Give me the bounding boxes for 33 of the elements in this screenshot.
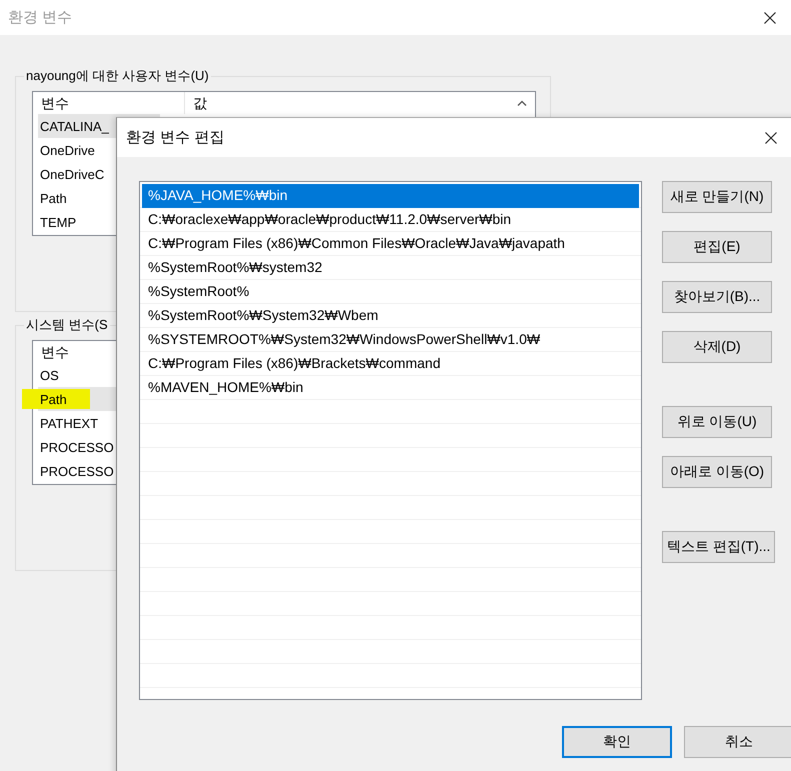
group-label: 시스템 변수(S [25,316,109,334]
path-entry[interactable]: %SystemRoot% [142,280,639,304]
path-entry[interactable]: C:₩Program Files (x86)₩Common Files₩Oracle₩Java₩javapath [142,232,639,256]
column-header[interactable]: 값 [185,92,207,114]
close-icon[interactable] [764,12,776,24]
group-label: nayoung에 대한 사용자 변수(U) [25,67,210,85]
dialog-button[interactable]: 취소 [684,726,791,758]
variable-name: Path [40,190,67,206]
action-button[interactable]: 텍스트 편집(T)... [662,531,776,563]
path-entry[interactable]: %SystemRoot%₩system32 [142,256,639,280]
variable-name: PATHEXT [40,416,98,430]
variable-name: PROCESSO [40,464,114,478]
variable-name: PROCESSO [40,440,114,454]
window-title: 환경 변수 [8,8,72,27]
action-button[interactable]: 찾아보기(B)... [662,281,772,313]
path-entry[interactable]: C:₩oraclexe₩app₩oracle₩product₩11.2.0₩server₩bin [142,208,639,232]
variable-name: Path [40,392,67,406]
scroll-up-icon[interactable] [517,100,527,106]
action-button[interactable]: 편집(E) [662,231,772,263]
action-button[interactable]: 삭제(D) [662,331,772,363]
dialog-button[interactable]: 확인 [562,726,672,758]
path-entry[interactable]: %SystemRoot%₩System32₩Wbem [142,304,639,328]
action-button[interactable]: 새로 만들기(N) [662,181,772,213]
action-button[interactable]: 아래로 이동(O) [662,456,772,488]
variable-name: OS [40,368,59,382]
highlighter-mark [22,389,90,409]
close-icon[interactable] [765,132,777,144]
variable-name: CATALINA_ [40,118,109,134]
variable-name: TEMP [40,214,76,230]
path-entry[interactable]: %JAVA_HOME%₩bin [142,184,639,208]
variable-name: OneDrive [40,142,95,158]
variable-name: OneDriveC [40,166,104,182]
action-button[interactable]: 위로 이동(U) [662,406,772,438]
